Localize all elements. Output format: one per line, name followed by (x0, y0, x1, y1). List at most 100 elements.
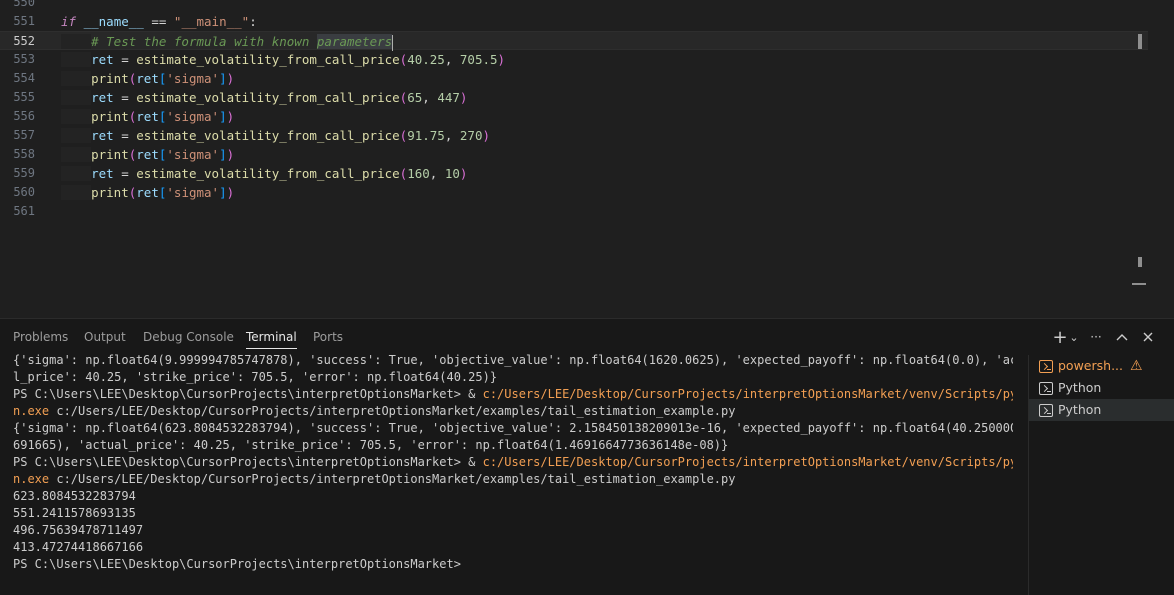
terminal-path: c:/Users/LEE/Desktop/CursorProjects/inte… (482, 387, 1013, 401)
code-token: print (91, 185, 129, 200)
code-token: ) (482, 128, 491, 143)
code-line[interactable]: 558 print(ret['sigma']) (0, 145, 1148, 164)
code-token: estimate_volatility_from_call_price (136, 166, 400, 181)
scrollbar-marker (1138, 43, 1142, 49)
code-token: estimate_volatility_from_call_price (136, 52, 400, 67)
line-number: 550 (13, 0, 35, 9)
code-token: 'sigma' (166, 109, 220, 124)
more-actions-button[interactable]: ··· (1086, 327, 1106, 347)
tab-output[interactable]: Output (84, 319, 126, 355)
code-line[interactable]: 554 print(ret['sigma']) (0, 69, 1148, 88)
terminal-path: c:/Users/LEE/Desktop/CursorProjects/inte… (482, 455, 1013, 469)
line-number: 551 (13, 14, 35, 28)
code-token: : (249, 14, 257, 29)
terminal-item-label: powersh... (1058, 358, 1123, 373)
code-token: = (113, 128, 137, 143)
terminal-line: 551.2411578693135 (13, 505, 1013, 522)
terminal-item-label: Python (1058, 380, 1102, 395)
code-token: ret (136, 147, 159, 162)
terminal-text: PS C:\Users\LEE\Desktop\CursorProjects\i… (13, 387, 483, 401)
terminal-output[interactable]: {'sigma': np.float64(9.999994785747878),… (13, 352, 1013, 592)
code-token: ret (136, 185, 159, 200)
terminal-line: 623.8084532283794 (13, 488, 1013, 505)
code-token: ) (226, 109, 235, 124)
terminal-line: n.exe c:/Users/LEE/Desktop/CursorProject… (13, 471, 1013, 488)
terminal-text: 691665), 'actual_price': 40.25, 'strike_… (13, 438, 729, 452)
tab-problems[interactable]: Problems (13, 319, 68, 355)
code-line[interactable]: 559 ret = estimate_volatility_from_call_… (0, 164, 1148, 183)
code-token: , (429, 166, 445, 181)
terminal-line: 496.75639478711497 (13, 522, 1013, 539)
tab-terminal[interactable]: Terminal (246, 319, 297, 355)
code-token: parameters (316, 34, 393, 49)
close-panel-button[interactable] (1138, 327, 1158, 347)
code-token (61, 52, 92, 67)
close-icon (1143, 332, 1153, 342)
code-token: ] (219, 71, 227, 86)
terminal-item-powershell[interactable]: powersh... ⚠ (1029, 355, 1174, 377)
code-text: ret = estimate_volatility_from_call_pric… (61, 126, 490, 145)
terminal-path: n.exe (13, 404, 50, 418)
code-line[interactable]: 561 (0, 202, 1148, 221)
code-token: 'sigma' (166, 185, 220, 200)
line-number: 558 (13, 147, 35, 161)
code-token: , (444, 128, 460, 143)
maximize-panel-button[interactable] (1112, 327, 1132, 347)
code-token: 705.5 (459, 52, 498, 67)
bottom-panel: Problems Output Debug Console Terminal P… (0, 318, 1174, 595)
code-line[interactable]: 551 if __name__ == "__main__": (0, 12, 1148, 31)
code-line[interactable]: 552 # Test the formula with known parame… (0, 31, 1148, 51)
warning-icon: ⚠ (1130, 358, 1143, 374)
new-terminal-button[interactable]: + (1050, 327, 1070, 348)
code-token: 160 (407, 166, 430, 181)
code-token: estimate_volatility_from_call_price (136, 90, 400, 105)
code-token (61, 128, 92, 143)
code-text: ret = estimate_volatility_from_call_pric… (61, 164, 467, 183)
code-text: # Test the formula with known parameters (61, 32, 394, 51)
code-token: 40.25 (407, 52, 445, 67)
line-number: 555 (13, 90, 35, 104)
line-number: 554 (13, 71, 35, 85)
code-token (61, 185, 92, 200)
code-line[interactable]: 555 ret = estimate_volatility_from_call_… (0, 88, 1148, 107)
code-line[interactable]: 556 print(ret['sigma']) (0, 107, 1148, 126)
terminal-list: powersh... ⚠ Python Python (1028, 355, 1174, 595)
terminal-line: PS C:\Users\LEE\Desktop\CursorProjects\i… (13, 556, 1013, 573)
line-number: 560 (13, 185, 35, 199)
terminal-path: n.exe (13, 472, 50, 486)
code-token: ) (497, 52, 506, 67)
code-line[interactable]: 557 ret = estimate_volatility_from_call_… (0, 126, 1148, 145)
code-editor[interactable]: 550 551 if __name__ == "__main__": 552 # Te… (0, 0, 1174, 318)
code-token (61, 71, 92, 86)
terminal-text: 496.75639478711497 (13, 523, 144, 537)
code-line[interactable]: 553 ret = estimate_volatility_from_call_… (0, 50, 1148, 69)
code-token: ] (219, 109, 227, 124)
chevron-down-icon[interactable]: ⌄ (1068, 327, 1080, 347)
tab-ports[interactable]: Ports (313, 319, 343, 355)
tab-debug-console[interactable]: Debug Console (143, 319, 234, 355)
code-token (61, 34, 92, 49)
line-number: 559 (13, 166, 35, 180)
code-line[interactable]: 550 (0, 0, 1148, 12)
terminal-line: {'sigma': np.float64(9.999994785747878),… (13, 352, 1013, 369)
code-token: ret (91, 52, 114, 67)
code-token: print (91, 71, 129, 86)
terminal-line: {'sigma': np.float64(623.8084532283794),… (13, 420, 1013, 437)
terminal-item-python-active[interactable]: Python (1029, 399, 1174, 421)
terminal-text: PS C:\Users\LEE\Desktop\CursorProjects\i… (13, 455, 483, 469)
terminal-text: 551.2411578693135 (13, 506, 136, 520)
code-token: ) (459, 166, 468, 181)
code-token (61, 147, 92, 162)
code-token: 'sigma' (166, 71, 220, 86)
terminal-item-python[interactable]: Python (1029, 377, 1174, 399)
line-number: 552 (13, 34, 35, 48)
code-line[interactable]: 560 print(ret['sigma']) (0, 183, 1148, 202)
code-token: = (113, 166, 137, 181)
code-token: ] (219, 147, 227, 162)
scrollbar-marker (1138, 257, 1142, 267)
code-text: print(ret['sigma']) (61, 183, 234, 202)
code-token: ] (219, 185, 227, 200)
terminal-text: {'sigma': np.float64(623.8084532283794),… (13, 421, 1013, 435)
text-cursor (392, 34, 394, 51)
